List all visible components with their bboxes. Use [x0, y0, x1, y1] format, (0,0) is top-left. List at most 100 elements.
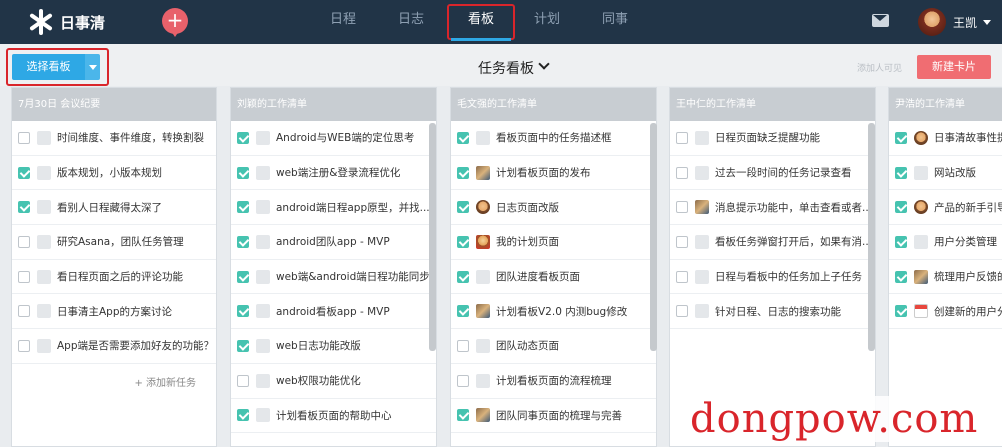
- nav-tab-schedule[interactable]: 日程: [313, 0, 373, 44]
- column-title[interactable]: 7月30日 会议纪要: [12, 88, 216, 121]
- task-checkbox[interactable]: [237, 270, 249, 283]
- column-scrollbar[interactable]: [650, 123, 657, 351]
- task-item[interactable]: web端注册&登录流程优化: [231, 156, 436, 191]
- task-checkbox[interactable]: [18, 131, 30, 144]
- task-item[interactable]: 团队动态页面: [451, 329, 656, 364]
- task-checkbox[interactable]: [676, 166, 688, 179]
- column-title[interactable]: 刘颖的工作清单: [231, 88, 436, 121]
- task-item[interactable]: 产品的新手引导: [889, 190, 1002, 226]
- mail-icon[interactable]: [872, 14, 889, 27]
- task-checkbox[interactable]: [237, 339, 249, 352]
- task-checkbox[interactable]: [237, 201, 249, 214]
- task-item[interactable]: 用户分类管理: [889, 225, 1002, 260]
- board-title[interactable]: 任务看板: [478, 58, 534, 78]
- task-checkbox[interactable]: [237, 305, 249, 318]
- task-item[interactable]: 梳理用户反馈的: [889, 260, 1002, 295]
- select-board-button[interactable]: 选择看板: [12, 54, 85, 80]
- task-item[interactable]: 团队同事页面的梳理与完善: [451, 399, 656, 434]
- task-checkbox[interactable]: [457, 235, 469, 248]
- task-item[interactable]: 针对日程、日志的搜索功能: [670, 294, 875, 330]
- task-checkbox[interactable]: [237, 235, 249, 248]
- task-item[interactable]: android看板app - MVP: [231, 294, 436, 330]
- task-checkbox[interactable]: [18, 201, 30, 214]
- task-checkbox[interactable]: [895, 235, 907, 248]
- task-checkbox[interactable]: [457, 131, 469, 144]
- task-item[interactable]: 计划看板页面的流程梳理: [451, 364, 656, 399]
- assignee-avatar-icon: [256, 269, 270, 284]
- task-item[interactable]: 计划看板页面的发布: [451, 156, 656, 191]
- task-item[interactable]: 我的计划页面: [451, 225, 656, 260]
- select-board-dropdown-icon[interactable]: [85, 54, 100, 80]
- task-checkbox[interactable]: [895, 305, 907, 318]
- task-checkbox[interactable]: [895, 131, 907, 144]
- column-title[interactable]: 尹浩的工作清单: [889, 88, 1002, 121]
- task-item[interactable]: 时间维度、事件维度，转换割裂: [12, 121, 216, 156]
- column-title[interactable]: 王中仁的工作清单: [670, 88, 875, 121]
- task-item[interactable]: web日志功能改版: [231, 329, 436, 364]
- task-item[interactable]: 版本规划，小版本规划: [12, 156, 216, 191]
- task-checkbox[interactable]: [18, 166, 30, 179]
- task-item[interactable]: 过去一段时间的任务记录查看: [670, 156, 875, 191]
- task-item[interactable]: 看日程页面之后的评论功能: [12, 260, 216, 295]
- add-task-button[interactable]: + 添加新任务: [12, 374, 206, 394]
- task-item[interactable]: 网站改版: [889, 156, 1002, 191]
- task-item[interactable]: 创建新的用户分: [889, 294, 1002, 330]
- task-item[interactable]: 计划看板页面的帮助中心: [231, 399, 436, 434]
- task-checkbox[interactable]: [18, 339, 30, 352]
- task-item[interactable]: 日事清故事性提: [889, 121, 1002, 156]
- new-card-button[interactable]: 新建卡片: [917, 55, 991, 79]
- task-item[interactable]: Android与WEB端的定位思考: [231, 121, 436, 156]
- task-checkbox[interactable]: [676, 201, 688, 214]
- task-item[interactable]: 看别人日程藏得太深了: [12, 190, 216, 226]
- column-title[interactable]: 毛文强的工作清单: [451, 88, 656, 121]
- user-menu-caret-icon[interactable]: [983, 20, 991, 25]
- task-item[interactable]: 研究Asana，团队任务管理: [12, 225, 216, 260]
- task-checkbox[interactable]: [895, 166, 907, 179]
- task-item[interactable]: 团队进度看板页面: [451, 260, 656, 295]
- task-checkbox[interactable]: [237, 409, 249, 422]
- task-item[interactable]: 看板页面中的任务描述框: [451, 121, 656, 156]
- task-item[interactable]: 日程与看板中的任务加上子任务: [670, 260, 875, 295]
- task-title: web权限功能优化: [276, 375, 361, 388]
- task-checkbox[interactable]: [457, 201, 469, 214]
- task-checkbox[interactable]: [18, 305, 30, 318]
- task-checkbox[interactable]: [457, 166, 469, 179]
- task-item[interactable]: 日程页面缺乏提醒功能: [670, 121, 875, 156]
- user-name[interactable]: 王凯: [953, 14, 977, 31]
- nav-tab-log[interactable]: 日志: [381, 0, 441, 44]
- task-item[interactable]: 消息提示功能中，单击查看或者...: [670, 190, 875, 226]
- nav-tab-plan[interactable]: 计划: [517, 0, 577, 44]
- quick-add-button[interactable]: +: [162, 8, 188, 37]
- task-checkbox[interactable]: [457, 409, 469, 422]
- task-checkbox[interactable]: [457, 339, 469, 352]
- task-checkbox[interactable]: [18, 235, 30, 248]
- task-checkbox[interactable]: [676, 235, 688, 248]
- add-member-link[interactable]: 添加人可见: [857, 61, 902, 74]
- task-checkbox[interactable]: [895, 270, 907, 283]
- task-checkbox[interactable]: [676, 305, 688, 318]
- task-item[interactable]: App端是否需要添加好友的功能？: [12, 329, 216, 364]
- task-item[interactable]: 看板任务弹窗打开后，如果有消...: [670, 225, 875, 260]
- user-avatar[interactable]: [918, 8, 946, 36]
- app-logo[interactable]: 日事清: [28, 8, 105, 36]
- task-checkbox[interactable]: [18, 270, 30, 283]
- task-item[interactable]: 日志页面改版: [451, 190, 656, 226]
- task-checkbox[interactable]: [457, 270, 469, 283]
- task-checkbox[interactable]: [457, 374, 469, 387]
- task-item[interactable]: web权限功能优化: [231, 364, 436, 399]
- task-checkbox[interactable]: [237, 131, 249, 144]
- task-checkbox[interactable]: [676, 270, 688, 283]
- task-checkbox[interactable]: [457, 305, 469, 318]
- column-scrollbar[interactable]: [429, 123, 436, 351]
- task-checkbox[interactable]: [237, 166, 249, 179]
- task-checkbox[interactable]: [676, 131, 688, 144]
- task-item[interactable]: 计划看板V2.0 内测bug修改: [451, 294, 656, 330]
- column-scrollbar[interactable]: [868, 123, 875, 351]
- task-checkbox[interactable]: [895, 201, 907, 214]
- nav-tab-colleagues[interactable]: 同事: [585, 0, 645, 44]
- task-item[interactable]: android端日程app原型，并找...: [231, 190, 436, 226]
- task-item[interactable]: android团队app - MVP: [231, 225, 436, 260]
- task-item[interactable]: 日事清主App的方案讨论: [12, 294, 216, 330]
- task-checkbox[interactable]: [237, 374, 249, 387]
- task-item[interactable]: web端&android端日程功能同步: [231, 260, 436, 295]
